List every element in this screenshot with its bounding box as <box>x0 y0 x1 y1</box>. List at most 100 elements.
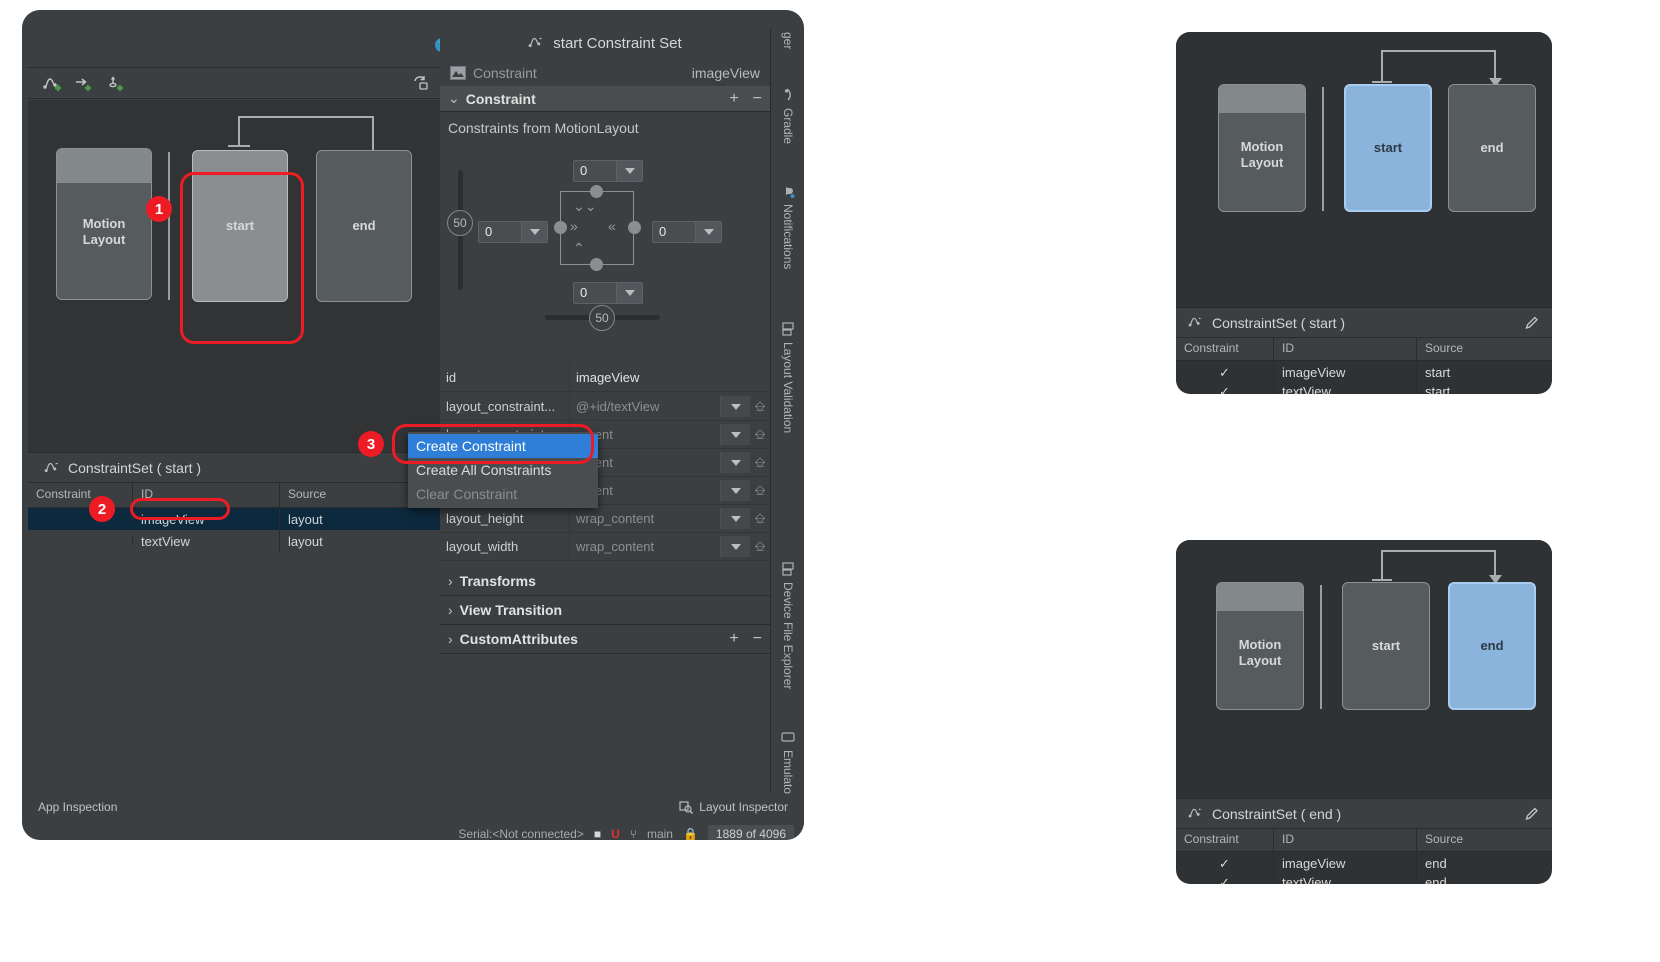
tab-gradle[interactable]: Gradle <box>771 84 804 164</box>
motion-layout-node[interactable]: Motion Layout <box>1216 582 1304 710</box>
pencil-icon[interactable] <box>1525 315 1540 330</box>
status-branch[interactable]: main <box>647 827 673 840</box>
constraintset-icon <box>1188 317 1202 327</box>
top-anchor-dot[interactable] <box>590 185 603 198</box>
card-start-canvas[interactable]: Motion Layout start end <box>1176 32 1552 307</box>
tab-layout-validation[interactable]: Layout Validation <box>771 318 804 478</box>
add-constraint-button[interactable]: + <box>729 90 738 108</box>
chevron-right-icon[interactable]: › <box>448 602 453 618</box>
left-margin-dropdown-icon[interactable] <box>521 222 547 242</box>
transition-arrow-left <box>238 116 240 146</box>
start-constraint-set-node[interactable]: start <box>1344 84 1432 212</box>
property-dropdown-icon[interactable] <box>720 396 750 417</box>
motion-layout-node-header <box>57 149 151 183</box>
property-dropdown-icon[interactable] <box>720 424 750 445</box>
custom-attributes-label: CustomAttributes <box>459 631 578 647</box>
top-margin-field[interactable]: 0 <box>573 160 643 182</box>
row-id-cell: imageView <box>1274 362 1417 383</box>
table-row[interactable]: ✓ textView end <box>1176 871 1552 884</box>
sync-icon[interactable] <box>412 74 430 92</box>
property-pin-icon[interactable]: ⎒ <box>750 421 770 448</box>
card-end-constraintset-header: ConstraintSet ( end ) <box>1176 798 1552 828</box>
u-icon[interactable]: U <box>611 827 620 840</box>
horizontal-bias-value[interactable]: 50 <box>589 305 615 331</box>
chevron-down-icon[interactable]: ⌄ <box>448 90 460 107</box>
property-pin-icon[interactable]: ⎒ <box>750 505 770 532</box>
table-row[interactable]: ✓ imageView start <box>1176 361 1552 384</box>
chevron-right-icon[interactable]: › <box>448 573 453 589</box>
pencil-icon[interactable] <box>1525 806 1540 821</box>
warning-icon[interactable]: ■ <box>594 827 601 840</box>
chevron-right-icon[interactable]: › <box>448 631 453 647</box>
status-serial: Serial:<Not connected> <box>458 827 584 840</box>
top-margin-dropdown-icon[interactable] <box>616 161 642 181</box>
property-row[interactable]: layout_constraint... @+id/textView ⎒ <box>440 393 770 421</box>
end-constraint-set-node[interactable]: end <box>1448 582 1536 710</box>
constraint-widget[interactable]: 50 0 0 0 0 ⌄⌄ ⌃ » « 50 <box>440 148 770 348</box>
add-transition-icon[interactable] <box>42 74 62 94</box>
tab-layout-inspector[interactable]: Layout Inspector <box>699 800 788 814</box>
transition-arrow-top <box>1381 550 1496 552</box>
property-pin-icon[interactable]: ⎒ <box>750 449 770 476</box>
motion-layout-node[interactable]: Motion Layout <box>56 148 152 300</box>
right-margin-dropdown-icon[interactable] <box>695 222 721 242</box>
constraint-section-header[interactable]: ⌄ Constraint + − <box>440 86 770 112</box>
remove-constraint-button[interactable]: − <box>753 90 762 108</box>
tab-app-inspection[interactable]: App Inspection <box>38 800 117 814</box>
clear-constraint-label: Clear Constraint <box>416 486 518 502</box>
card-start-constraintset-header: ConstraintSet ( start ) <box>1176 307 1552 337</box>
property-pin-icon[interactable]: ⎒ <box>750 393 770 420</box>
tab-device-file-explorer[interactable]: Device File Explorer <box>771 558 804 738</box>
end-constraint-set-node[interactable]: end <box>1448 84 1536 212</box>
tab-emulator-label: Emulator <box>781 750 795 799</box>
constraintset-table-title: ConstraintSet ( start ) <box>28 453 440 483</box>
add-constraint-set-icon[interactable] <box>74 74 94 94</box>
bottom-anchor-dot[interactable] <box>590 258 603 271</box>
branch-icon[interactable]: ⑂ <box>630 827 637 840</box>
lock-icon[interactable]: 🔒 <box>683 827 698 840</box>
property-row-id[interactable]: id imageView <box>440 364 770 392</box>
custom-attributes-expander[interactable]: › CustomAttributes + − <box>440 625 770 654</box>
remove-custom-attribute-button[interactable]: − <box>753 630 762 648</box>
card-divider <box>1320 585 1322 709</box>
bell-icon <box>781 184 795 198</box>
table-row[interactable]: ✓ imageView end <box>1176 852 1552 875</box>
left-anchor-dot[interactable] <box>554 221 567 234</box>
property-pin-icon[interactable]: ⎒ <box>750 533 770 560</box>
right-anchor-dot[interactable] <box>628 221 641 234</box>
transition-arrow-top <box>1381 50 1496 52</box>
property-dropdown-icon[interactable] <box>720 452 750 473</box>
property-row-layout-width[interactable]: layout_width wrap_content ⎒ <box>440 533 770 561</box>
table-row[interactable]: textView layout <box>28 529 440 553</box>
add-custom-attribute-button[interactable]: + <box>729 630 738 648</box>
motion-layout-node[interactable]: Motion Layout <box>1218 84 1306 212</box>
property-dropdown-icon[interactable] <box>720 480 750 501</box>
bottom-margin-dropdown-icon[interactable] <box>616 283 642 303</box>
start-constraint-set-node[interactable]: start <box>1342 582 1430 710</box>
property-pin-icon[interactable]: ⎒ <box>750 477 770 504</box>
transition-arrow-right <box>1494 50 1496 80</box>
constraint-section-title: Constraint <box>465 90 536 107</box>
view-transition-expander[interactable]: › View Transition <box>440 596 770 625</box>
transforms-label: Transforms <box>459 573 536 589</box>
vertical-bias-value[interactable]: 50 <box>447 210 473 236</box>
bottom-margin-field[interactable]: 0 <box>573 282 643 304</box>
left-margin-field[interactable]: 0 <box>478 221 548 243</box>
col-id: ID <box>1274 338 1417 360</box>
tab-logcat[interactable]: ger <box>771 28 804 58</box>
right-margin-field[interactable]: 0 <box>652 221 722 243</box>
property-row-layout-height[interactable]: layout_height wrap_content ⎒ <box>440 505 770 533</box>
annotation-badge-2: 2 <box>89 496 115 522</box>
attributes-subtitle-value: imageView <box>691 65 760 81</box>
property-dropdown-icon[interactable] <box>720 508 750 529</box>
tab-notifications[interactable]: Notifications <box>771 180 804 310</box>
status-memory[interactable]: 1889 of 4096 <box>707 825 794 840</box>
emulator-icon <box>781 732 795 742</box>
transforms-expander[interactable]: › Transforms <box>440 567 770 596</box>
card-end-canvas[interactable]: Motion Layout start end <box>1176 540 1552 798</box>
end-constraint-set-node[interactable]: end <box>316 150 412 302</box>
canvas-divider <box>168 152 170 300</box>
add-onclick-icon[interactable] <box>106 74 126 94</box>
table-row[interactable]: ✓ textView start <box>1176 380 1552 394</box>
property-dropdown-icon[interactable] <box>720 536 750 557</box>
